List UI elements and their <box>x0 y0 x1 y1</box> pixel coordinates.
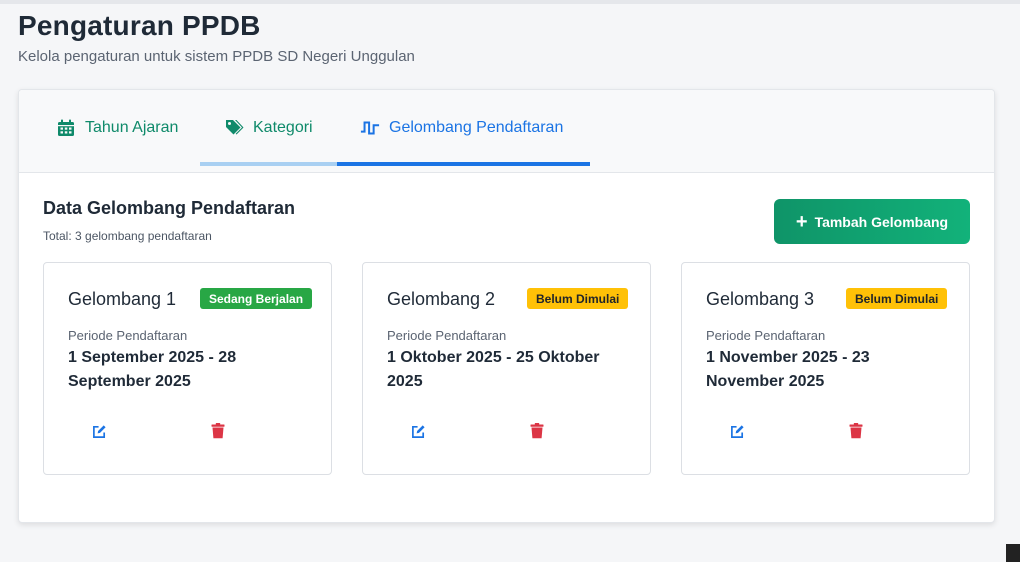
tab-gelombang-pendaftaran[interactable]: Gelombang Pendaftaran <box>360 90 563 165</box>
period-label: Periode Pendaftaran <box>387 328 507 343</box>
delete-button[interactable] <box>529 423 545 439</box>
tab-label: Tahun Ajaran <box>85 118 179 136</box>
period-value: 1 Oktober 2025 - 25 Oktober 2025 <box>387 349 600 390</box>
page-subtitle: Kelola pengaturan untuk sistem PPDB SD N… <box>18 48 415 65</box>
tab-kategori[interactable]: Kategori <box>224 90 313 165</box>
top-border <box>0 0 1020 4</box>
wave-icon <box>360 118 380 138</box>
trash-icon <box>849 423 863 439</box>
delete-button[interactable] <box>848 423 864 439</box>
period-label: Periode Pendaftaran <box>68 328 188 343</box>
plus-icon: + <box>795 210 808 233</box>
edit-icon <box>411 424 425 438</box>
trash-icon <box>211 423 225 439</box>
add-gelombang-button[interactable]: + Tambah Gelombang <box>774 199 970 244</box>
edit-button[interactable] <box>91 423 107 439</box>
corner-artifact <box>1006 544 1020 562</box>
edit-icon <box>730 424 744 438</box>
card-title: Gelombang 3 <box>706 289 815 309</box>
tag-icon <box>224 118 244 138</box>
delete-button[interactable] <box>210 423 226 439</box>
tab-bar: Tahun Ajaran Kategori Gelombang Pendafta… <box>19 90 994 173</box>
tab-tahun-ajaran[interactable]: Tahun Ajaran <box>56 90 178 165</box>
calendar-icon <box>56 118 76 138</box>
edit-icon <box>92 424 106 438</box>
period-value: 1 November 2025 - 23 November 2025 <box>706 349 870 390</box>
card-title: Gelombang 1 <box>68 289 177 309</box>
gelombang-card: Gelombang 3 Belum Dimulai Periode Pendaf… <box>681 262 970 475</box>
period-value: 1 September 2025 - 28 September 2025 <box>68 349 237 390</box>
edit-button[interactable] <box>729 423 745 439</box>
section-title: Data Gelombang Pendaftaran <box>43 198 296 218</box>
card-title: Gelombang 2 <box>387 289 496 309</box>
add-gelombang-label: Tambah Gelombang <box>814 213 949 230</box>
gelombang-card: Gelombang 1 Sedang Berjalan Periode Pend… <box>43 262 332 475</box>
gelombang-card: Gelombang 2 Belum Dimulai Periode Pendaf… <box>362 262 651 475</box>
section-count: Total: 3 gelombang pendaftaran <box>43 229 212 243</box>
tab-hover-underline <box>200 162 337 166</box>
page-title: Pengaturan PPDB <box>18 10 261 41</box>
edit-button[interactable] <box>410 423 426 439</box>
tab-active-underline <box>337 162 590 166</box>
tab-label: Gelombang Pendaftaran <box>389 118 564 136</box>
tab-label: Kategori <box>253 118 313 136</box>
trash-icon <box>530 423 544 439</box>
status-badge: Belum Dimulai <box>527 288 629 309</box>
status-badge: Belum Dimulai <box>846 288 948 309</box>
page-header: Pengaturan PPDB Kelola pengaturan untuk … <box>18 10 415 65</box>
period-label: Periode Pendaftaran <box>706 328 826 343</box>
settings-panel: Tahun Ajaran Kategori Gelombang Pendafta… <box>18 89 995 523</box>
status-badge: Sedang Berjalan <box>200 288 313 309</box>
